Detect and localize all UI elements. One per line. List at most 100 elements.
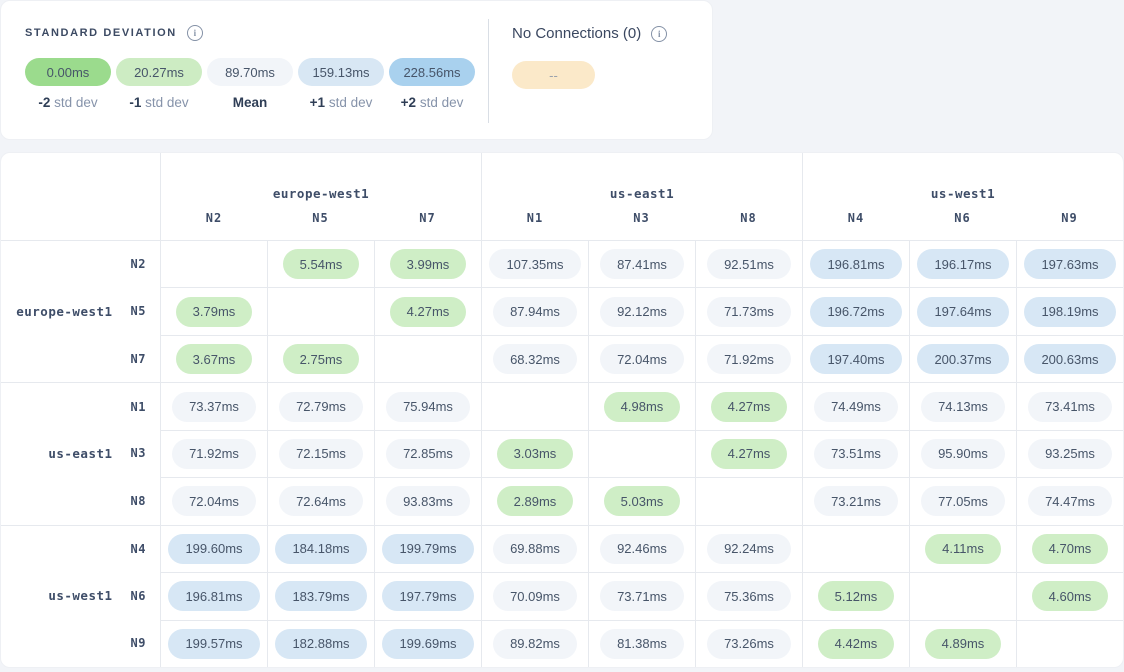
matrix-cell: 72.79ms <box>267 382 374 429</box>
latency-pill[interactable]: 197.40ms <box>810 344 901 374</box>
latency-pill[interactable]: 72.64ms <box>279 486 363 516</box>
latency-pill[interactable]: 5.54ms <box>283 249 360 279</box>
latency-pill[interactable]: 4.70ms <box>1032 534 1109 564</box>
latency-pill[interactable]: 81.38ms <box>600 629 684 659</box>
latency-pill[interactable]: 4.11ms <box>925 534 1001 564</box>
latency-pill[interactable]: 71.92ms <box>707 344 791 374</box>
latency-pill[interactable]: 75.36ms <box>707 581 791 611</box>
matrix-cell: 197.79ms <box>374 572 481 619</box>
matrix-cell: 87.41ms <box>588 240 695 287</box>
latency-pill[interactable]: 71.92ms <box>172 439 256 469</box>
latency-pill[interactable]: 73.71ms <box>600 581 684 611</box>
std-dev-bucket: 0.00ms-2 std dev <box>25 58 111 110</box>
latency-pill[interactable]: 3.03ms <box>497 439 574 469</box>
latency-pill[interactable]: 77.05ms <box>921 486 1005 516</box>
latency-pill[interactable]: 197.79ms <box>382 581 473 611</box>
latency-pill[interactable]: 69.88ms <box>493 534 577 564</box>
latency-pill[interactable]: 73.37ms <box>172 392 256 422</box>
latency-pill[interactable]: 93.25ms <box>1028 439 1112 469</box>
latency-pill[interactable]: 87.94ms <box>493 297 577 327</box>
latency-pill[interactable]: 3.79ms <box>176 297 253 327</box>
matrix-cell <box>267 287 374 334</box>
matrix-cell: 68.32ms <box>481 335 588 382</box>
matrix-cell: 183.79ms <box>267 572 374 619</box>
latency-pill[interactable]: 4.42ms <box>818 629 895 659</box>
matrix-cell: 73.21ms <box>802 477 909 524</box>
latency-pill[interactable]: 73.26ms <box>707 629 791 659</box>
latency-pill[interactable]: 74.47ms <box>1028 486 1112 516</box>
matrix-cell <box>909 572 1016 619</box>
info-icon[interactable]: i <box>187 25 203 41</box>
latency-pill[interactable]: 95.90ms <box>921 439 1005 469</box>
matrix-cell: 73.26ms <box>695 620 802 667</box>
matrix-cell: 4.11ms <box>909 525 1016 572</box>
std-dev-title: STANDARD DEVIATION <box>25 27 177 39</box>
latency-pill[interactable]: 197.64ms <box>917 297 1008 327</box>
latency-pill[interactable]: 197.63ms <box>1024 249 1115 279</box>
latency-pill[interactable]: 196.81ms <box>810 249 901 279</box>
latency-pill[interactable]: 5.03ms <box>604 486 681 516</box>
latency-pill[interactable]: 199.69ms <box>382 629 473 659</box>
latency-pill[interactable]: 200.63ms <box>1024 344 1115 374</box>
latency-pill[interactable]: 200.37ms <box>917 344 1008 374</box>
latency-pill[interactable]: 93.83ms <box>386 486 470 516</box>
row-header: europe-west1N5 <box>1 287 160 334</box>
latency-pill[interactable]: 182.88ms <box>275 629 366 659</box>
latency-pill[interactable]: 92.46ms <box>600 534 684 564</box>
latency-pill[interactable]: 73.21ms <box>814 486 898 516</box>
latency-pill[interactable]: 183.79ms <box>275 581 366 611</box>
latency-pill[interactable]: 72.85ms <box>386 439 470 469</box>
col-label: N2 <box>160 209 267 240</box>
latency-pill[interactable]: 4.27ms <box>711 439 788 469</box>
col-label: N3 <box>588 209 695 240</box>
latency-pill[interactable]: 73.51ms <box>814 439 898 469</box>
latency-pill[interactable]: 74.49ms <box>814 392 898 422</box>
latency-pill[interactable]: 72.79ms <box>279 392 363 422</box>
latency-pill[interactable]: 68.32ms <box>493 344 577 374</box>
matrix-cell: 3.67ms <box>160 335 267 382</box>
latency-pill[interactable]: 71.73ms <box>707 297 791 327</box>
row-header: N7 <box>1 335 160 382</box>
latency-pill[interactable]: 92.51ms <box>707 249 791 279</box>
latency-pill[interactable]: 2.89ms <box>497 486 574 516</box>
latency-pill[interactable]: 199.79ms <box>382 534 473 564</box>
latency-pill[interactable]: 3.67ms <box>176 344 253 374</box>
matrix-cell: 5.12ms <box>802 572 909 619</box>
latency-pill[interactable]: 5.12ms <box>818 581 895 611</box>
latency-pill[interactable]: 196.72ms <box>810 297 901 327</box>
latency-pill[interactable]: 72.04ms <box>600 344 684 374</box>
info-icon[interactable]: i <box>651 26 667 42</box>
latency-pill[interactable]: 74.13ms <box>921 392 1005 422</box>
latency-pill[interactable]: 89.82ms <box>493 629 577 659</box>
latency-pill[interactable]: 4.60ms <box>1032 581 1109 611</box>
matrix-cell <box>374 335 481 382</box>
matrix-cell: 81.38ms <box>588 620 695 667</box>
latency-pill[interactable]: 4.27ms <box>711 392 788 422</box>
latency-pill[interactable]: 4.98ms <box>604 392 681 422</box>
latency-pill[interactable]: 92.12ms <box>600 297 684 327</box>
row-header: N9 <box>1 620 160 667</box>
latency-pill[interactable]: 196.81ms <box>168 581 259 611</box>
latency-pill[interactable]: 75.94ms <box>386 392 470 422</box>
latency-pill[interactable]: 72.04ms <box>172 486 256 516</box>
latency-pill[interactable]: 87.41ms <box>600 249 684 279</box>
latency-pill[interactable]: 199.57ms <box>168 629 259 659</box>
matrix-cell: 73.37ms <box>160 382 267 429</box>
latency-pill[interactable]: 196.17ms <box>917 249 1008 279</box>
latency-pill[interactable]: 92.24ms <box>707 534 791 564</box>
latency-pill[interactable]: 70.09ms <box>493 581 577 611</box>
latency-pill[interactable]: 72.15ms <box>279 439 363 469</box>
latency-pill[interactable]: 73.41ms <box>1028 392 1112 422</box>
latency-pill[interactable]: 4.27ms <box>390 297 467 327</box>
latency-pill[interactable]: 199.60ms <box>168 534 259 564</box>
legend-card: STANDARD DEVIATION i 0.00ms-2 std dev20.… <box>0 0 713 140</box>
latency-pill[interactable]: 184.18ms <box>275 534 366 564</box>
latency-pill[interactable]: 4.89ms <box>925 629 1002 659</box>
latency-pill[interactable]: 2.75ms <box>283 344 360 374</box>
matrix-cell: 74.47ms <box>1016 477 1123 524</box>
matrix-cell: 3.03ms <box>481 430 588 477</box>
latency-pill[interactable]: 3.99ms <box>390 249 467 279</box>
latency-pill[interactable]: 198.19ms <box>1024 297 1115 327</box>
matrix-cell: 200.63ms <box>1016 335 1123 382</box>
latency-pill[interactable]: 107.35ms <box>489 249 580 279</box>
